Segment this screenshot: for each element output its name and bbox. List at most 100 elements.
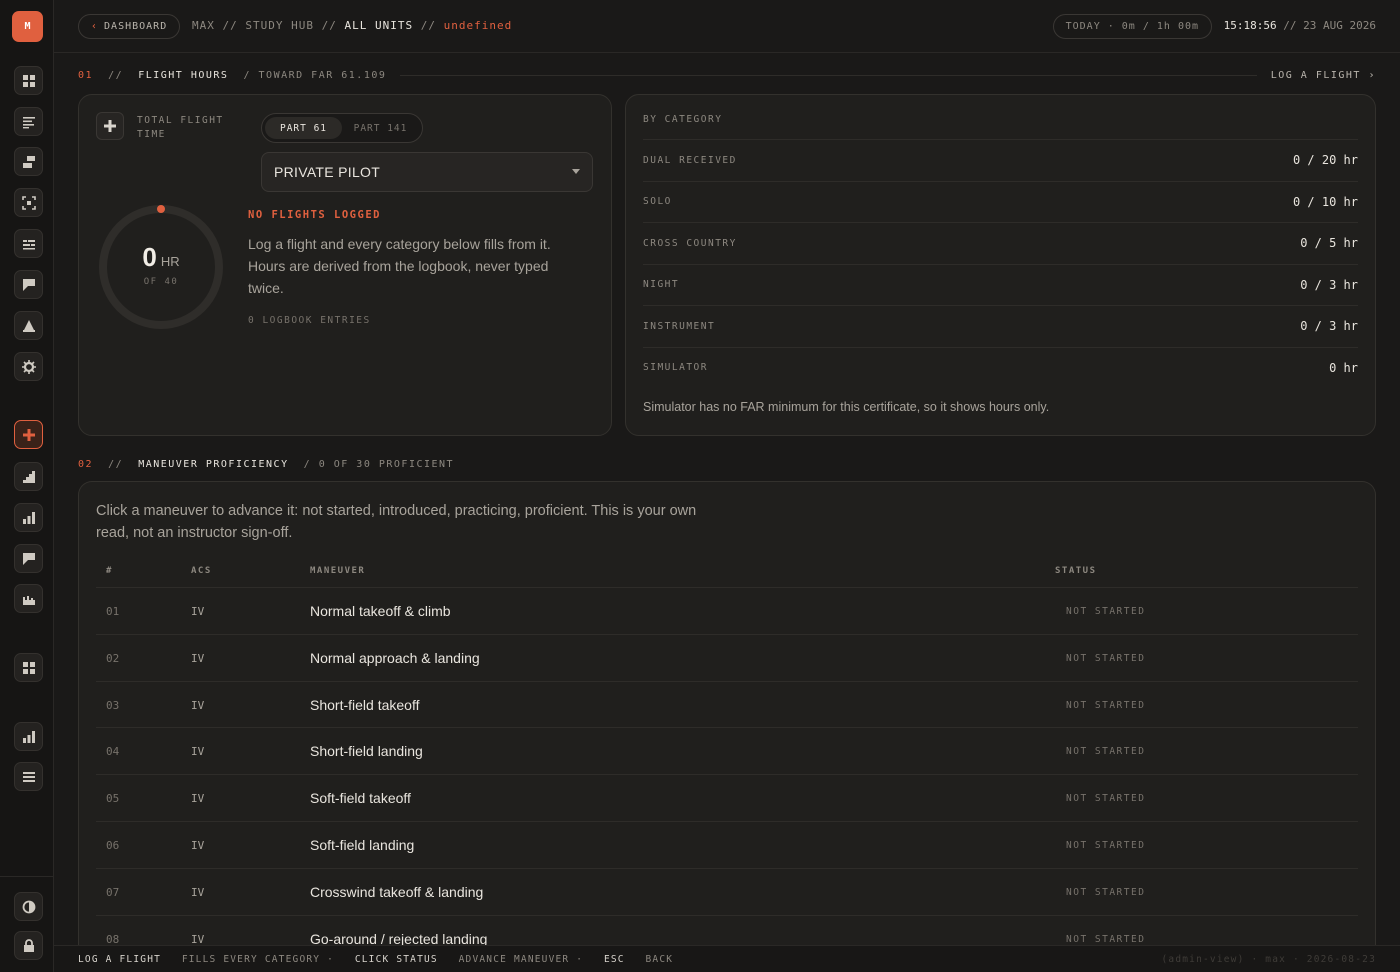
category-name: SOLO xyxy=(643,196,672,207)
maneuver-name: Soft-field takeoff xyxy=(310,790,411,807)
flight-hours-card: TOTAL FLIGHT TIME PART 61 PART 141 PRIVA… xyxy=(78,94,612,436)
maneuver-name: Normal takeoff & climb xyxy=(310,603,451,619)
tab-part-141[interactable]: PART 141 xyxy=(342,117,419,139)
category-value: 0 / 10 hr xyxy=(1292,194,1358,209)
skyline-icon xyxy=(22,595,35,605)
breadcrumb-sep: // xyxy=(222,19,238,32)
category-card: BY CATEGORY DUAL RECEIVED 0 / 20 hr SOLO 0 … xyxy=(625,94,1376,436)
clock-time: 15:18:56 xyxy=(1223,19,1277,32)
sidebar-item-flag-12[interactable] xyxy=(14,544,43,573)
table-row[interactable]: 01 IV Normal takeoff & climb NOT STARTED xyxy=(96,587,1358,634)
sidebar-item-lock-18[interactable] xyxy=(14,931,43,960)
hint-desc: FILLS EVERY CATEGORY · xyxy=(181,954,335,965)
section-rule xyxy=(400,74,1257,76)
chevron-down-icon xyxy=(572,169,580,174)
dashboard-grid-icon xyxy=(22,74,35,87)
sidebar-item-bar-chart-11[interactable] xyxy=(14,503,43,532)
chevron-left-icon: ‹ xyxy=(91,21,99,32)
logbook-entries-count: 0 LOGBOOK ENTRIES xyxy=(248,315,371,326)
col-acs: ACS xyxy=(191,566,212,576)
maneuver-acs: IV xyxy=(191,745,205,759)
category-value: 0 hr xyxy=(1329,360,1358,375)
breadcrumb-undefined: undefined xyxy=(443,19,513,32)
sidebar-item-list-lines-2[interactable] xyxy=(14,107,43,136)
log-flight-link[interactable]: LOG A FLIGHT › xyxy=(1271,70,1376,81)
table-row[interactable]: 03 IV Short-field takeoff NOT STARTED xyxy=(96,680,1358,728)
maneuver-status-button[interactable]: NOT STARTED xyxy=(1066,746,1145,757)
table-row[interactable]: 05 IV Soft-field takeoff NOT STARTED xyxy=(96,774,1358,821)
maneuver-acs: IV xyxy=(191,885,205,899)
menu-lines-icon xyxy=(22,771,35,782)
tab-part-61[interactable]: PART 61 xyxy=(265,117,342,139)
hints: LOG A FLIGHT FILLS EVERY CATEGORY · CLIC… xyxy=(78,954,673,965)
category-name: SIMULATOR xyxy=(643,362,708,373)
focus-frame-icon xyxy=(21,195,36,210)
section-maneuver-header: 02 // MANEUVER PROFICIENCY / 0 OF 30 PRO… xyxy=(78,457,1376,471)
col-status: STATUS xyxy=(1055,566,1097,576)
table-row[interactable]: 06 IV Soft-field landing NOT STARTED xyxy=(96,821,1358,868)
table-row[interactable]: 02 IV Normal approach & landing NOT STARTED xyxy=(96,633,1358,681)
table-row[interactable]: 04 IV Short-field landing NOT STARTED xyxy=(96,727,1358,774)
breadcrumb-current[interactable]: ALL UNITS xyxy=(344,19,413,32)
maneuver-status-button[interactable]: NOT STARTED xyxy=(1066,606,1145,617)
sidebar-item-tent-7[interactable] xyxy=(14,311,43,340)
sidebar-item-skyline-13[interactable] xyxy=(14,584,43,613)
category-row: DUAL RECEIVED 0 / 20 hr xyxy=(643,139,1358,180)
today-timer-pill[interactable]: TODAY · 0m / 1h 00m xyxy=(1052,14,1212,39)
maneuver-status-button[interactable]: NOT STARTED xyxy=(1066,840,1145,851)
maneuver-acs: IV xyxy=(191,792,205,806)
maneuver-acs: IV xyxy=(191,605,205,618)
sidebar-item-stairs-chart-10[interactable] xyxy=(14,462,43,491)
section-subtitle: / TOWARD FAR 61.109 xyxy=(243,69,387,81)
sidebar-item-gear-8[interactable] xyxy=(14,352,43,381)
maneuver-name: Normal approach & landing xyxy=(310,649,480,666)
app-logo[interactable]: M xyxy=(12,11,43,42)
maneuver-acs: IV xyxy=(191,651,205,665)
section-number: 02 xyxy=(78,458,94,470)
total-flight-time-label: TOTAL FLIGHT TIME xyxy=(137,115,224,140)
maneuver-status-button[interactable]: NOT STARTED xyxy=(1066,887,1145,898)
maneuver-intro: Click a maneuver to advance it: not star… xyxy=(96,503,697,541)
category-row: NIGHT 0 / 3 hr xyxy=(643,263,1358,305)
simulator-note: Simulator has no FAR minimum for this ce… xyxy=(643,400,1050,414)
dashboard-grid-icon xyxy=(22,661,35,674)
maneuver-number: 02 xyxy=(106,651,120,665)
sidebar-item-focus-frame-4[interactable] xyxy=(14,188,43,217)
maneuver-status-button[interactable]: NOT STARTED xyxy=(1066,700,1145,711)
gear-icon xyxy=(21,359,36,374)
breadcrumb-user[interactable]: MAX xyxy=(192,19,215,32)
category-value: 0 / 5 hr xyxy=(1300,236,1358,250)
maneuver-status-button[interactable]: NOT STARTED xyxy=(1066,793,1145,804)
section-subtitle: / 0 OF 30 PROFICIENT xyxy=(303,458,455,470)
clock-date: // 23 AUG 2026 xyxy=(1283,19,1376,32)
maneuver-status-button[interactable]: NOT STARTED xyxy=(1066,934,1145,945)
sidebar-item-contrast-17[interactable] xyxy=(14,892,43,921)
maneuver-table-header: # ACS MANEUVER STATUS xyxy=(96,566,1358,588)
maneuver-acs: IV xyxy=(191,932,205,946)
sidebar-item-layers-3[interactable] xyxy=(14,147,43,176)
bar-chart-icon xyxy=(22,730,35,743)
maneuver-name: Soft-field landing xyxy=(310,837,415,853)
sidebar-item-dashboard-grid-14[interactable] xyxy=(14,653,43,682)
breadcrumb-hub[interactable]: STUDY HUB xyxy=(245,19,314,32)
category-row: INSTRUMENT 0 / 3 hr xyxy=(643,305,1358,346)
sidebar-item-flag-6[interactable] xyxy=(14,270,43,299)
col-num: # xyxy=(106,566,113,576)
clock: 15:18:56 // 23 AUG 2026 xyxy=(1224,19,1376,32)
hint-key: ESC xyxy=(603,954,625,965)
category-name: DUAL RECEIVED xyxy=(643,154,737,166)
sidebar-item-menu-lines-16[interactable] xyxy=(14,762,43,791)
category-name: CROSS COUNTRY xyxy=(643,237,737,249)
section-sep: // xyxy=(108,69,124,81)
maneuver-number: 04 xyxy=(106,745,120,759)
sidebar-item-plus-9[interactable] xyxy=(14,420,43,449)
maneuver-status-button[interactable]: NOT STARTED xyxy=(1066,653,1145,664)
sidebar-divider xyxy=(0,876,54,877)
sidebar-item-dashboard-grid-1[interactable] xyxy=(14,66,43,95)
table-row[interactable]: 07 IV Crosswind takeoff & landing NOT START… xyxy=(96,867,1358,915)
back-to-dashboard-button[interactable]: ‹ DASHBOARD xyxy=(78,14,181,39)
sidebar-item-table-rows-5[interactable] xyxy=(14,229,43,258)
sidebar-item-bar-chart-15[interactable] xyxy=(14,722,43,751)
keyboard-hints-footer: LOG A FLIGHT FILLS EVERY CATEGORY · CLIC… xyxy=(54,945,1400,972)
certificate-select[interactable]: PRIVATE PILOT xyxy=(261,152,593,192)
